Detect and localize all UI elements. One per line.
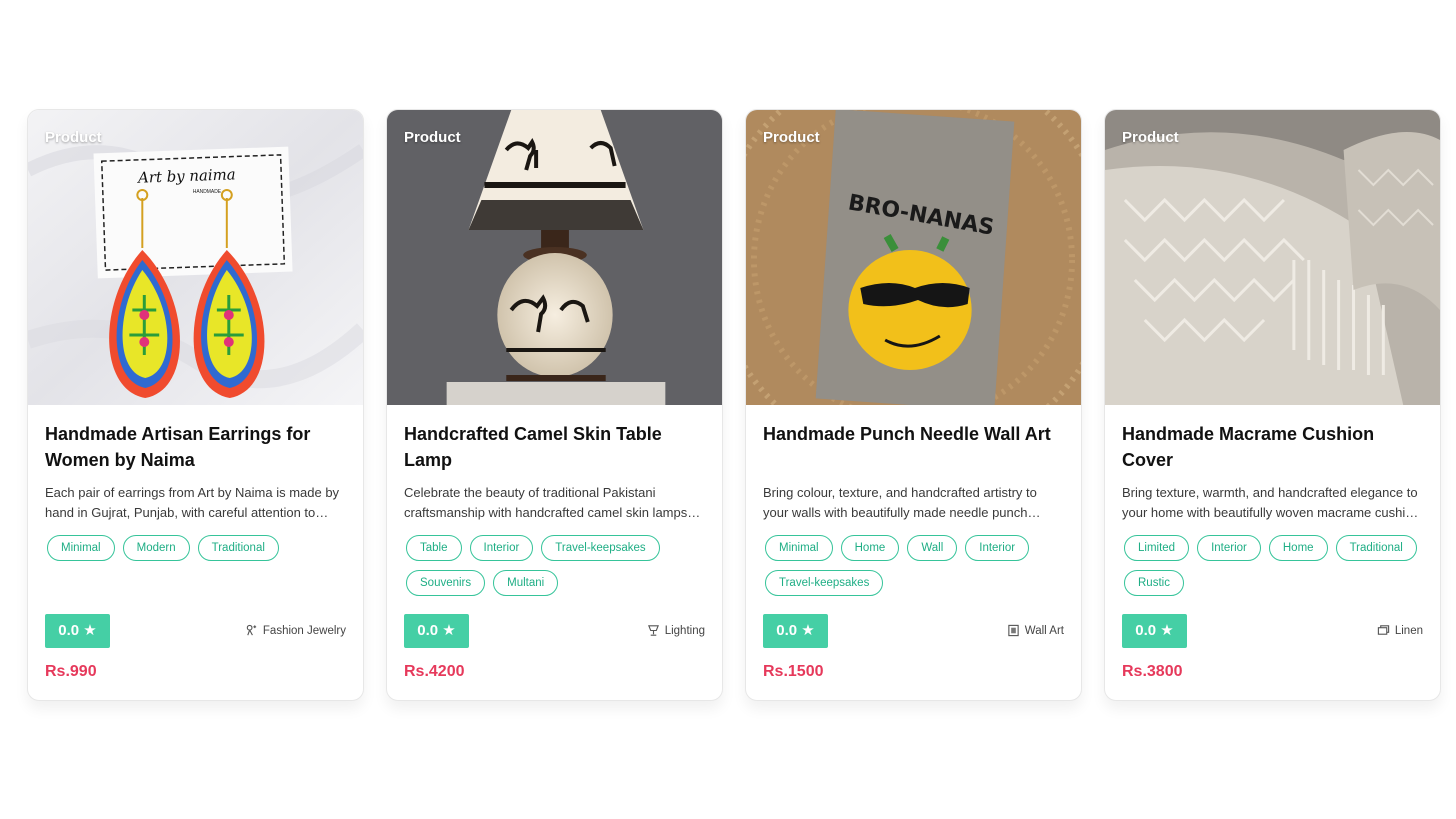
product-title[interactable]: Handcrafted Camel Skin Table Lamp (404, 421, 705, 473)
product-image[interactable]: Product (387, 110, 722, 405)
svg-text:HANDMADE: HANDMADE (193, 189, 222, 195)
category-label: Fashion Jewelry (245, 624, 346, 637)
product-price: Rs.1500 (763, 663, 824, 680)
category-text: Fashion Jewelry (262, 624, 346, 637)
product-description: Bring colour, texture, and handcrafted a… (763, 485, 1037, 520)
tag-chip[interactable]: Travel-keepsakes (765, 570, 884, 596)
product-grid: Art by naima HANDMADE Product Handmade A… (27, 109, 1442, 701)
category-text: Lighting (664, 624, 705, 637)
rating-badge: 0.0 ★ (1122, 614, 1187, 648)
category-text: Linen (1394, 624, 1423, 637)
product-title[interactable]: Handmade Punch Needle Wall Art (763, 421, 1064, 473)
jewelry-icon (245, 624, 258, 637)
rating-badge: 0.0 ★ (404, 614, 469, 648)
frame-icon (1007, 624, 1020, 637)
product-image[interactable]: BRO-NANAS Product (746, 110, 1081, 405)
product-price: Rs.990 (45, 663, 97, 680)
product-card[interactable]: Product Handcrafted Camel Skin Table Lam… (386, 109, 723, 701)
tag-chip[interactable]: Traditional (197, 535, 279, 561)
tag-chip[interactable]: Travel-keepsakes (541, 535, 660, 561)
product-description: Each pair of earrings from Art by Naima … (45, 485, 340, 520)
rating-badge: 0.0 ★ (763, 614, 828, 648)
product-badge: Product (763, 129, 820, 146)
rating-badge: 0.0 ★ (45, 614, 110, 648)
tag-chip[interactable]: Interior (1197, 535, 1261, 561)
product-badge: Product (1122, 129, 1179, 146)
product-title[interactable]: Handmade Artisan Earrings for Women by N… (45, 421, 346, 473)
product-card[interactable]: Product Handmade Macrame Cushion Cover B… (1104, 109, 1441, 701)
tag-chip[interactable]: Modern (122, 535, 190, 561)
product-description: Bring texture, warmth, and handcrafted e… (1122, 485, 1420, 520)
category-label: Linen (1377, 624, 1423, 637)
product-badge: Product (45, 129, 102, 146)
tag-list: Minimal Modern Traditional (45, 535, 346, 561)
tag-list: Table Interior Travel-keepsakes Souvenir… (404, 535, 705, 596)
tag-list: Limited Interior Home Traditional Rustic (1122, 535, 1423, 596)
linen-icon (1377, 624, 1390, 637)
category-label: Lighting (647, 624, 705, 637)
svg-text:Art by naima: Art by naima (136, 165, 236, 187)
tag-chip[interactable]: Minimal (765, 535, 833, 561)
product-image[interactable]: Art by naima HANDMADE Product (28, 110, 363, 405)
tag-chip[interactable]: Table (406, 535, 462, 561)
lamp-icon (647, 624, 660, 637)
category-label: Wall Art (1007, 624, 1064, 637)
tag-chip[interactable]: Souvenirs (406, 570, 486, 596)
tag-chip[interactable]: Home (1268, 535, 1328, 561)
category-text: Wall Art (1024, 624, 1064, 637)
tag-chip[interactable]: Home (840, 535, 900, 561)
tag-chip[interactable]: Interior (965, 535, 1030, 561)
product-price: Rs.3800 (1122, 663, 1183, 680)
product-description: Celebrate the beauty of traditional Paki… (404, 485, 688, 520)
product-badge: Product (404, 129, 461, 146)
tag-chip[interactable]: Wall (907, 535, 958, 561)
product-price: Rs.4200 (404, 663, 465, 680)
product-card[interactable]: Art by naima HANDMADE Product Handmade A… (27, 109, 364, 701)
tag-chip[interactable]: Interior (469, 535, 534, 561)
tag-chip[interactable]: Rustic (1124, 570, 1184, 596)
tag-chip[interactable]: Minimal (47, 535, 115, 561)
product-image[interactable]: Product (1105, 110, 1440, 405)
tag-chip[interactable]: Limited (1124, 535, 1190, 561)
tag-list: Minimal Home Wall Interior Travel-keepsa… (763, 535, 1064, 596)
tag-chip[interactable]: Multani (493, 570, 559, 596)
product-title[interactable]: Handmade Macrame Cushion Cover (1122, 421, 1423, 473)
tag-chip[interactable]: Traditional (1335, 535, 1417, 561)
product-card[interactable]: BRO-NANAS Product Handmade Punch Needle … (745, 109, 1082, 701)
